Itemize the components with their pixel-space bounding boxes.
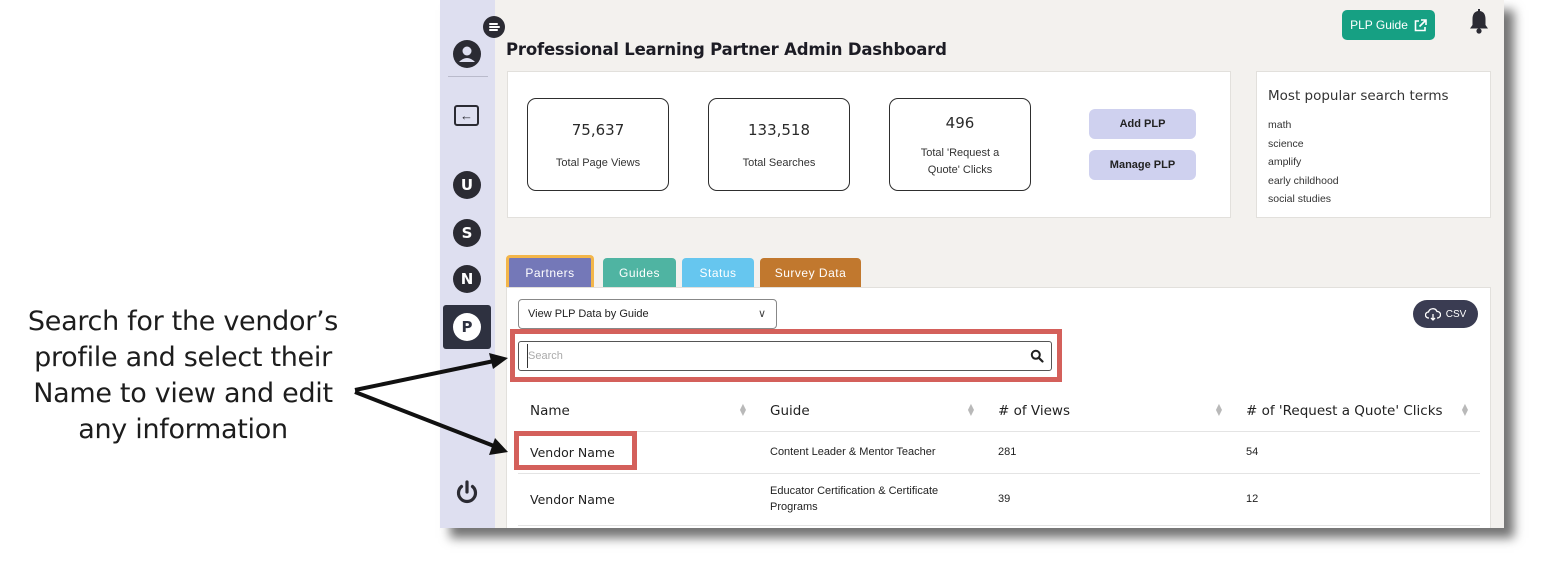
plp-guide-button[interactable]: PLP Guide xyxy=(1342,10,1435,40)
table-header-row: Name ▲ ▼ Guide ▲ ▼ # of Views ▲ ▼ # of 'Reques… xyxy=(518,391,1480,432)
stat-label-line: Total 'Request a xyxy=(920,147,1000,159)
sidebar-item-n[interactable]: N xyxy=(453,265,481,293)
popular-terms-title: Most popular search terms xyxy=(1268,88,1449,104)
search-input[interactable] xyxy=(527,344,1017,368)
search-icon[interactable] xyxy=(1030,349,1044,363)
stat-searches: 133,518 Total Searches xyxy=(708,98,850,191)
guide-line: Programs xyxy=(770,501,818,513)
tab-survey-data[interactable]: Survey Data xyxy=(760,258,861,288)
vendor-name-link[interactable]: Vendor Name xyxy=(518,473,758,526)
stats-card: 75,637 Total Page Views 133,518 Total Se… xyxy=(507,71,1231,218)
search-field[interactable] xyxy=(518,341,1052,371)
column-header-clicks[interactable]: # of 'Request a Quote' Clicks ▲ ▼ xyxy=(1234,391,1480,432)
sort-icon[interactable]: ▲ ▼ xyxy=(1462,403,1468,417)
sidebar-item-p-active[interactable]: P xyxy=(443,305,491,349)
bell-icon[interactable] xyxy=(1468,9,1490,35)
back-arrow-icon[interactable]: ← xyxy=(454,105,479,126)
header-label: Guide xyxy=(770,402,810,419)
clicks-cell: 12 xyxy=(1234,473,1480,526)
manage-plp-button[interactable]: Manage PLP xyxy=(1089,150,1196,180)
search-term: science xyxy=(1268,137,1304,150)
csv-download-button[interactable]: CSV xyxy=(1413,300,1478,328)
guide-line: Educator Certification & Certificate xyxy=(770,485,939,497)
header-label: # of Views xyxy=(998,402,1070,419)
column-header-views[interactable]: # of Views ▲ ▼ xyxy=(986,391,1234,432)
stat-value: 496 xyxy=(945,114,975,132)
cloud-download-icon xyxy=(1424,307,1441,321)
sort-icon[interactable]: ▲ ▼ xyxy=(740,403,746,417)
stat-quote-clicks: 496 Total 'Request a Quote' Clicks xyxy=(889,98,1031,191)
guide-cell: Educator Certification & Certificate Pro… xyxy=(758,473,986,526)
tab-status[interactable]: Status xyxy=(682,258,754,288)
sort-icon[interactable]: ▲ ▼ xyxy=(968,403,974,417)
callout-line: Name to view and edit xyxy=(33,378,333,409)
stat-label: Total Searches xyxy=(742,157,816,169)
search-term: social studies xyxy=(1268,193,1332,205)
search-term: amplify xyxy=(1268,156,1302,168)
sidebar-item-u[interactable]: U xyxy=(453,171,481,199)
tab-partners[interactable]: Partners xyxy=(506,255,594,287)
sidebar-rail: ← U S N P xyxy=(440,0,495,528)
column-header-name[interactable]: Name ▲ ▼ xyxy=(518,391,758,432)
power-icon[interactable] xyxy=(453,478,481,506)
guide-cell: Content Leader & Mentor Teacher xyxy=(758,431,986,474)
views-cell: 281 xyxy=(986,431,1234,474)
header-label: # of 'Request a Quote' Clicks xyxy=(1246,402,1443,419)
clicks-cell: 54 xyxy=(1234,431,1480,474)
chevron-down-icon: ∨ xyxy=(757,308,766,320)
header-label: Name xyxy=(530,402,570,419)
callout-line: any information xyxy=(78,414,288,445)
menu-icon[interactable] xyxy=(483,16,505,38)
page-title: Professional Learning Partner Admin Dash… xyxy=(506,40,947,59)
table-row: Vendor Name Content Leader & Mentor Teac… xyxy=(518,431,1480,474)
view-by-select[interactable]: View PLP Data by Guide ∨ xyxy=(518,299,777,329)
table-row: Vendor Name Educator Certification & Cer… xyxy=(518,473,1480,526)
search-term: early childhood xyxy=(1268,174,1339,187)
stat-value: 75,637 xyxy=(571,121,625,139)
stat-label-line: Quote' Clicks xyxy=(927,164,993,176)
rail-divider xyxy=(448,76,488,77)
sidebar-item-p[interactable]: P xyxy=(453,313,481,341)
csv-label: CSV xyxy=(1445,308,1467,320)
select-value: View PLP Data by Guide xyxy=(528,308,649,320)
stat-page-views: 75,637 Total Page Views xyxy=(527,98,669,191)
column-header-guide[interactable]: Guide ▲ ▼ xyxy=(758,391,986,432)
sidebar-item-s[interactable]: S xyxy=(453,219,481,247)
popular-search-terms: Most popular search terms math science a… xyxy=(1256,71,1491,218)
partners-table: Name ▲ ▼ Guide ▲ ▼ # of Views ▲ ▼ # of 'Reques… xyxy=(518,391,1480,526)
stat-label: Total Page Views xyxy=(555,157,641,169)
tab-guides[interactable]: Guides xyxy=(603,258,676,288)
sort-icon[interactable]: ▲ ▼ xyxy=(1216,403,1222,417)
callout-line: Search for the vendor’s xyxy=(27,306,339,337)
search-term: math xyxy=(1268,119,1292,131)
add-plp-button[interactable]: Add PLP xyxy=(1089,109,1196,139)
partners-panel: View PLP Data by Guide ∨ CSV Name▲▼ G xyxy=(506,287,1491,528)
external-link-icon xyxy=(1414,18,1427,31)
views-cell: 39 xyxy=(986,473,1234,526)
dashboard-screenshot: ← U S N P Professional Learning Partner … xyxy=(440,0,1504,528)
stat-value: 133,518 xyxy=(747,121,811,139)
user-icon[interactable] xyxy=(453,40,481,68)
instruction-callout: Search for the vendor’s profile and sele… xyxy=(0,304,366,448)
plp-guide-label: PLP Guide xyxy=(1350,18,1408,32)
callout-line: profile and select their xyxy=(34,342,332,373)
vendor-name-highlight-box xyxy=(514,431,637,470)
